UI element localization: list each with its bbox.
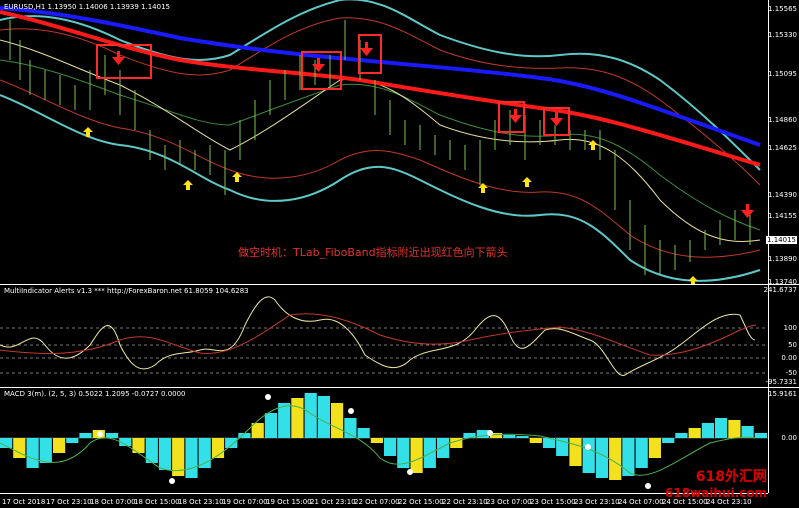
main-chart-header: EURUSD,H1 1.13950 1.14006 1.13939 1.1401… xyxy=(4,3,170,11)
price-label: 1.15565 xyxy=(768,5,797,13)
main-chart-pane[interactable]: EURUSD,H1 1.13950 1.14006 1.13939 1.1401… xyxy=(0,0,799,286)
indicator1-axis: 241.6737 100 50 0.00 -50 -95.7331 xyxy=(764,285,799,387)
macd-bar xyxy=(39,438,52,463)
price-label: 1.13890 xyxy=(768,255,797,263)
macd-bar xyxy=(662,438,675,443)
macd-bar xyxy=(370,438,383,443)
macd-bar xyxy=(569,438,582,466)
level-label: -50 xyxy=(785,369,797,377)
macd-bar xyxy=(185,438,198,478)
indicator-pane-multiindicator[interactable]: MultiIndicator Alerts v1.3 *** http://Fo… xyxy=(0,285,799,387)
indicator2-header: MACD 3(m). (2, 5, 3) 0.5022 1.2095 -0.07… xyxy=(4,390,186,398)
watermark-logo: 618外汇网 618waihui.com xyxy=(665,466,767,500)
macd-bar xyxy=(701,423,714,438)
current-price-label: 1.14015 xyxy=(766,236,797,244)
macd-histogram xyxy=(0,393,767,480)
level-label: 241.6737 xyxy=(763,286,797,294)
price-label: 1.15095 xyxy=(768,70,797,78)
macd-bar xyxy=(384,438,397,456)
macd-bar xyxy=(278,403,291,438)
time-label: 17 Oct 23:10 xyxy=(46,498,92,506)
macd-bar xyxy=(53,438,66,453)
level-label: 0.00 xyxy=(781,434,797,442)
macd-bar xyxy=(503,435,516,438)
ma-slow-blue xyxy=(0,6,761,147)
time-axis[interactable]: 17 Oct 2018 17 Oct 23:10 18 Oct 07:00 18… xyxy=(0,493,768,508)
macd-bar xyxy=(26,438,39,468)
time-label: 23 Oct 23:10 xyxy=(574,498,620,506)
level-label: -95.7331 xyxy=(765,378,797,386)
macd-bar xyxy=(715,418,728,438)
time-label: 24 Oct 07:00 xyxy=(618,498,664,506)
time-label: 22 Oct 07:00 xyxy=(354,498,400,506)
level-label: 15.9161 xyxy=(768,390,797,398)
macd-bar xyxy=(437,438,450,458)
up-arrows xyxy=(83,127,698,284)
time-label: 17 Oct 2018 xyxy=(2,498,46,506)
price-chart-svg xyxy=(0,0,761,284)
level-label: 100 xyxy=(783,324,797,332)
time-label: 23 Oct 15:00 xyxy=(530,498,576,506)
price-label: 1.14625 xyxy=(768,144,797,152)
macd-bar xyxy=(582,438,595,473)
macd-bar xyxy=(648,438,661,458)
macd-bar xyxy=(635,438,648,468)
macd-svg xyxy=(0,393,768,489)
macd-bar xyxy=(741,426,754,438)
time-label: 18 Oct 07:00 xyxy=(90,498,136,506)
macd-bar xyxy=(66,438,79,443)
level-label: 50 xyxy=(788,341,797,349)
macd-bar xyxy=(225,438,238,448)
macd-bar xyxy=(754,433,767,438)
macd-bar xyxy=(622,438,635,476)
macd-bar xyxy=(264,413,277,438)
macd-bar xyxy=(688,428,701,438)
macd-bar xyxy=(291,398,304,438)
macd-bar xyxy=(595,438,609,478)
strategy-note: 做空时机：TLab_FiboBand指标附近出现红色向下箭头 xyxy=(238,246,508,259)
price-label: 1.14860 xyxy=(768,116,797,124)
macd-bar xyxy=(675,433,688,438)
macd-bar xyxy=(529,438,542,443)
macd-bar xyxy=(609,438,622,480)
macd-bar xyxy=(317,396,330,438)
time-label: 23 Oct 07:00 xyxy=(486,498,532,506)
macd-bar xyxy=(728,420,741,438)
multiindicator-line-yellow xyxy=(0,296,756,376)
indicator1-header: MultiIndicator Alerts v1.3 *** http://Fo… xyxy=(4,287,249,295)
macd-bar xyxy=(105,433,119,438)
multiindicator-line-red xyxy=(0,313,757,356)
macd-bar xyxy=(556,438,569,456)
price-label: 1.14155 xyxy=(768,212,797,220)
multiindicator-svg xyxy=(0,296,768,376)
macd-bar xyxy=(158,438,172,470)
level-label: 0.00 xyxy=(781,354,797,362)
indicator2-axis: 15.9161 0.00 xyxy=(768,388,799,493)
macd-bar xyxy=(516,436,529,438)
macd-bar xyxy=(79,433,92,438)
time-label: 19 Oct 07:00 xyxy=(222,498,268,506)
macd-bar xyxy=(357,428,370,438)
time-label: 22 Oct 23:10 xyxy=(442,498,488,506)
macd-bar xyxy=(331,403,344,438)
time-label: 18 Oct 15:00 xyxy=(134,498,180,506)
watermark-line2: 618waihui.com xyxy=(665,486,767,500)
time-label: 18 Oct 23:10 xyxy=(178,498,224,506)
time-label: 21 Oct 23:10 xyxy=(310,498,356,506)
macd-bar xyxy=(304,393,317,438)
macd-bar xyxy=(410,438,423,473)
price-label: 1.14390 xyxy=(768,191,797,199)
watermark-line1: 618外汇网 xyxy=(695,469,767,485)
price-axis[interactable]: 1.15565 1.15330 1.15095 1.14860 1.14625 … xyxy=(766,0,799,286)
price-label: 1.15330 xyxy=(768,31,797,39)
time-label: 19 Oct 15:00 xyxy=(266,498,312,506)
time-label: 22 Oct 15:00 xyxy=(398,498,444,506)
